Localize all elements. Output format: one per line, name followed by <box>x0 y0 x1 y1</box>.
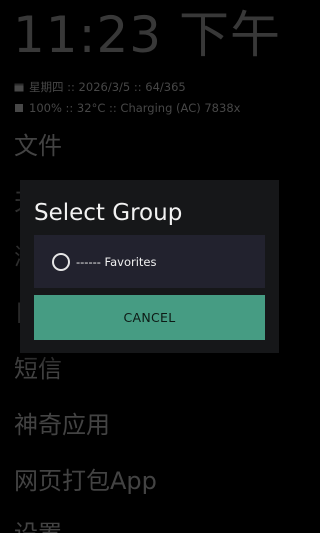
select-group-dialog: Select Group ------ Favorites CANCEL <box>20 180 279 353</box>
dialog-title: Select Group <box>34 200 183 226</box>
group-option-label: ------ Favorites <box>76 254 157 269</box>
cancel-button[interactable]: CANCEL <box>34 295 265 340</box>
launcher-screen: 11:23 下午 星期四 :: 2026/3/5 :: 64/365 100% … <box>0 0 300 533</box>
radio-unchecked-icon[interactable] <box>52 252 70 271</box>
group-option-favorites[interactable]: ------ Favorites <box>34 235 265 288</box>
